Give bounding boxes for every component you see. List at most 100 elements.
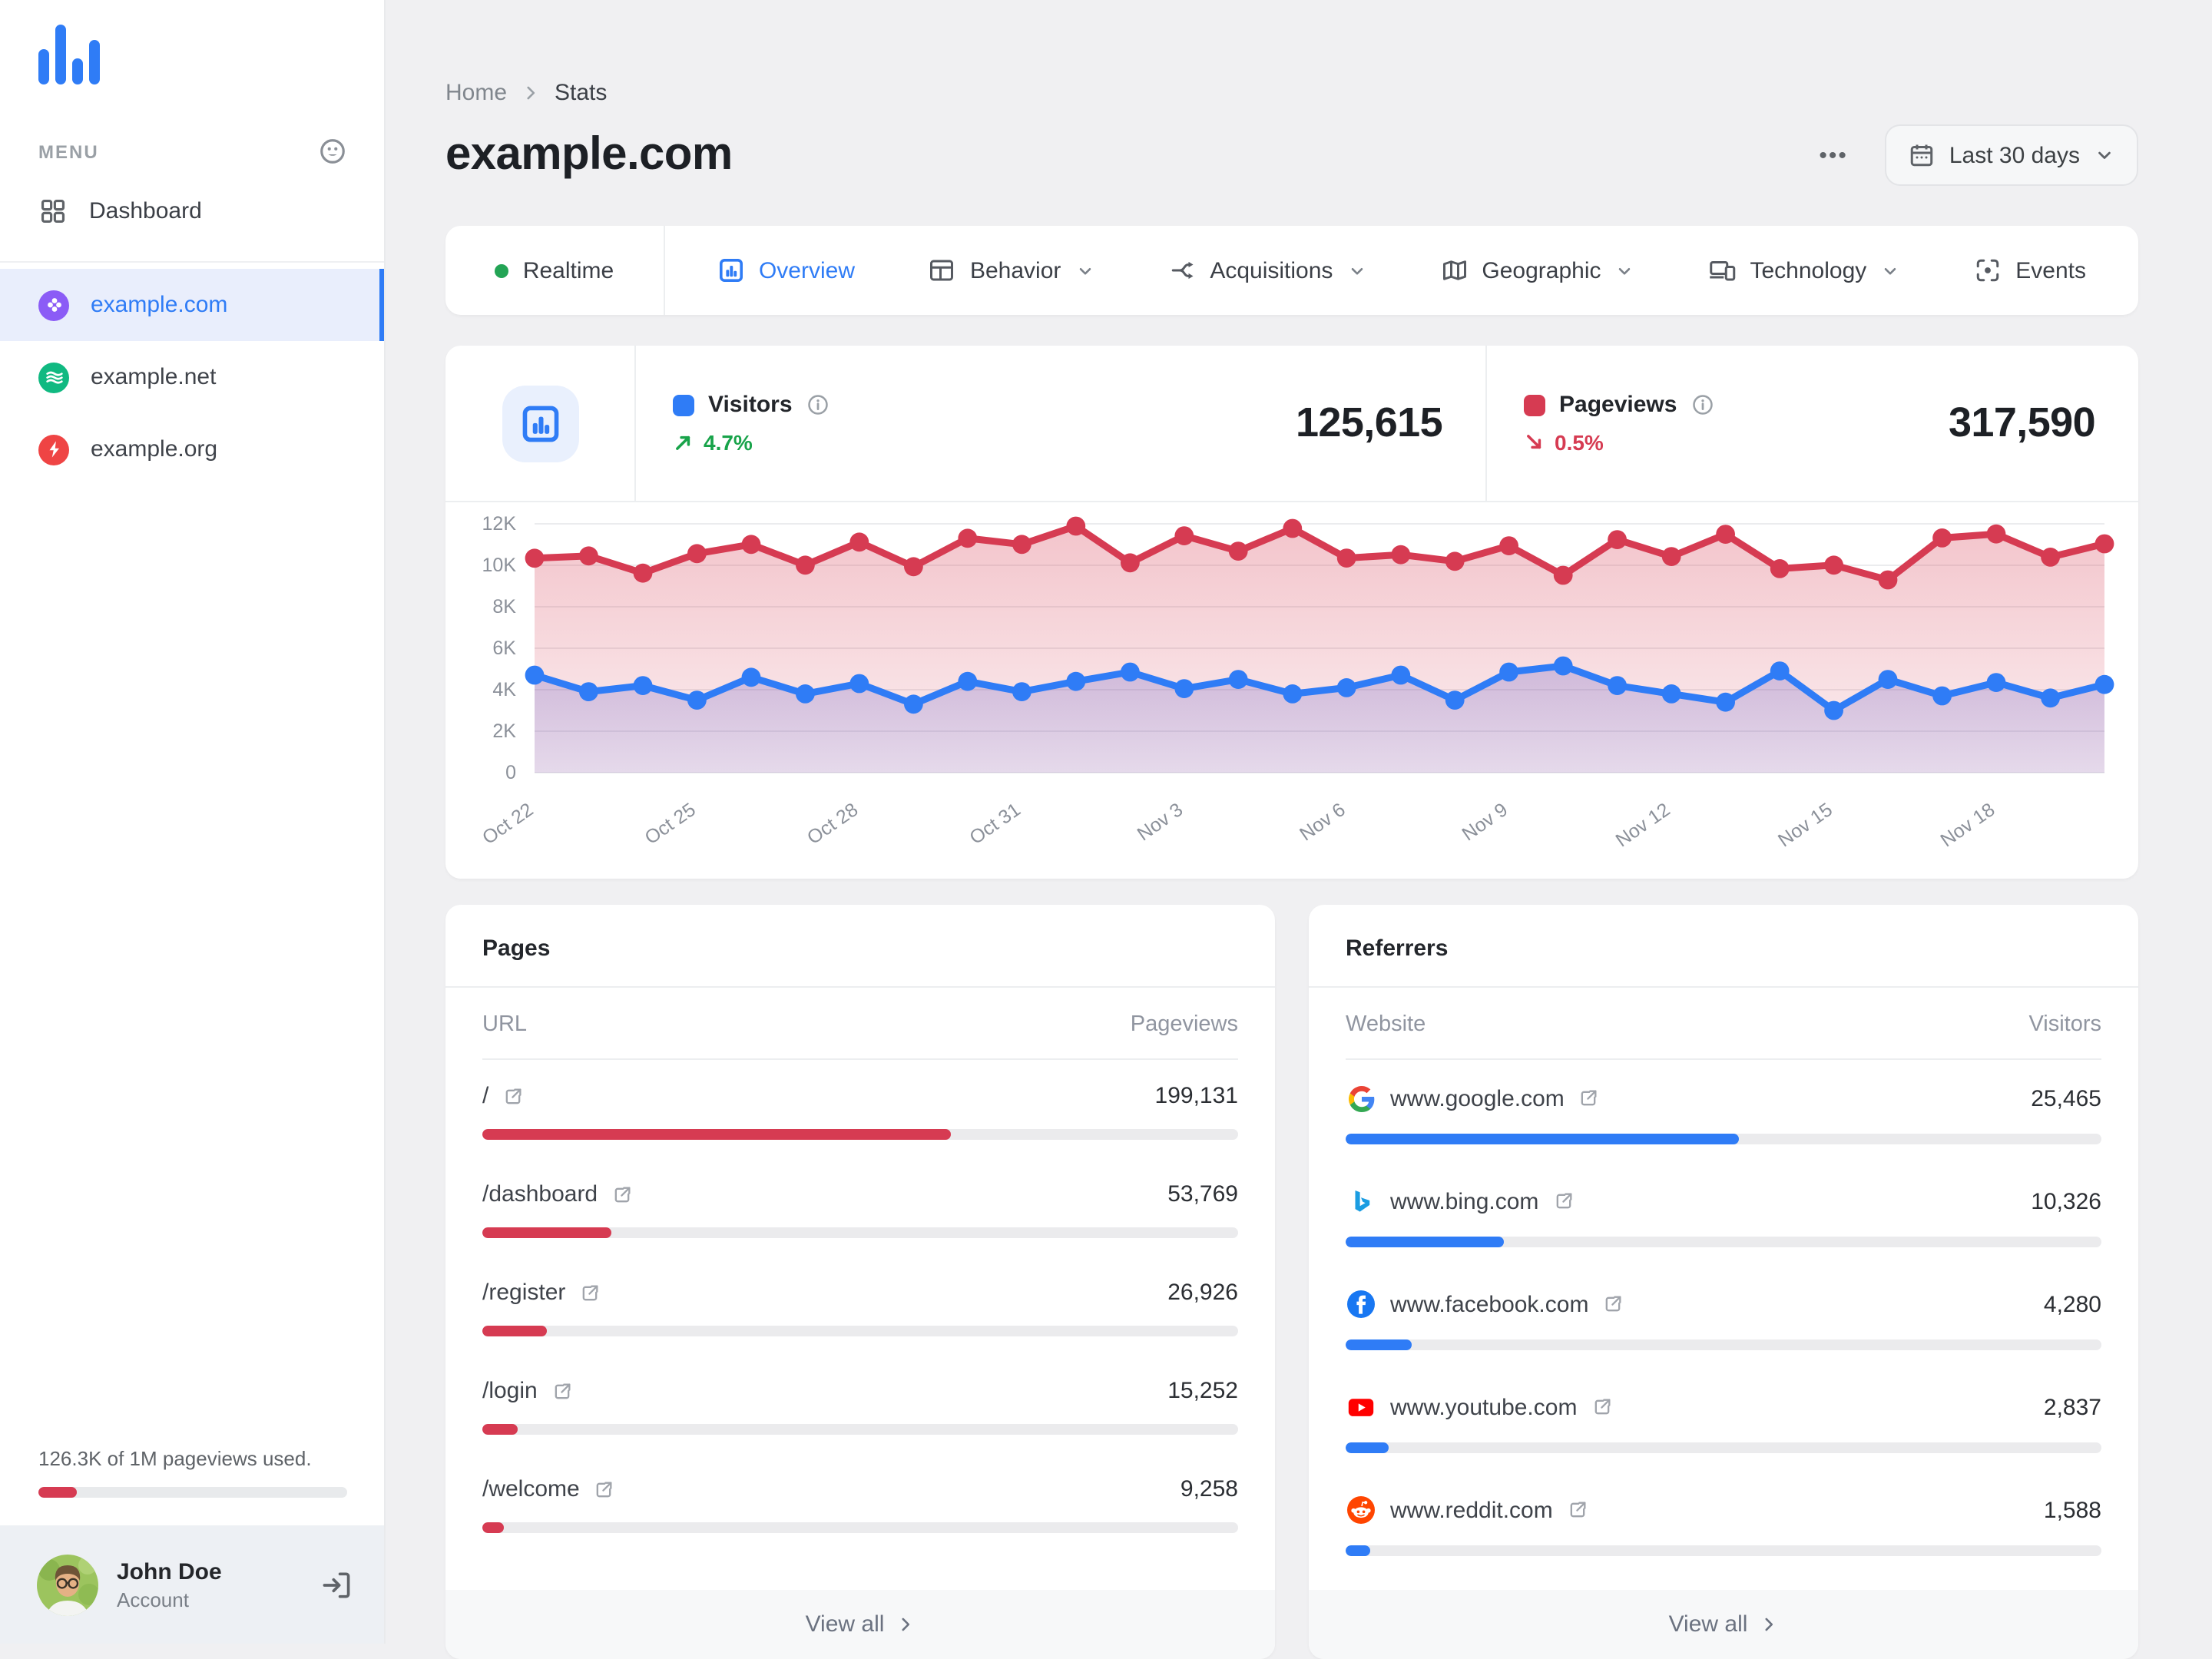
- referrers-panel: Referrers Website Visitors www.google.co…: [1309, 905, 2138, 1659]
- google-icon: [1346, 1083, 1376, 1114]
- referrer-bar: [1346, 1134, 2101, 1144]
- page-title: example.com: [445, 129, 733, 180]
- theme-toggle-icon[interactable]: [318, 137, 347, 166]
- svg-text:8K: 8K: [492, 596, 516, 618]
- referrer-link[interactable]: www.bing.com: [1346, 1186, 1574, 1217]
- column-header-pageviews: Pageviews: [1130, 1012, 1238, 1037]
- external-link-icon: [611, 1184, 633, 1205]
- facebook-icon: [1346, 1289, 1376, 1320]
- page-link[interactable]: /register: [482, 1280, 601, 1306]
- info-icon[interactable]: [1690, 393, 1714, 416]
- svg-text:Oct 25: Oct 25: [641, 799, 699, 849]
- chevron-right-icon: [1758, 1614, 1778, 1634]
- table-row: www.youtube.com 2,837: [1346, 1372, 2101, 1475]
- tab-label: Acquisitions: [1210, 257, 1333, 283]
- pages-view-all-button[interactable]: View all: [445, 1590, 1275, 1659]
- page-link[interactable]: /welcome: [482, 1476, 615, 1502]
- tab-realtime[interactable]: Realtime: [445, 226, 664, 315]
- app-root: MENU Dashboard example.com example.net e…: [0, 0, 2212, 1659]
- referrers-view-all-button[interactable]: View all: [1309, 1590, 2138, 1659]
- sidebar-item-label: Dashboard: [89, 197, 202, 224]
- pages-panel: Pages URL Pageviews / 199,131 /dashboard…: [445, 905, 1275, 1659]
- reddit-icon: [1346, 1495, 1376, 1525]
- chevron-down-icon: [1880, 260, 1900, 280]
- usage-progressbar: [38, 1487, 347, 1498]
- svg-text:Nov 18: Nov 18: [1937, 799, 1999, 851]
- logout-icon[interactable]: [320, 1568, 353, 1601]
- tab-geographic[interactable]: Geographic: [1440, 257, 1634, 284]
- page-link[interactable]: /dashboard: [482, 1181, 633, 1207]
- sidebar-site-example-com[interactable]: example.com: [0, 269, 384, 341]
- svg-text:6K: 6K: [492, 637, 516, 659]
- site-clover-icon: [38, 290, 69, 320]
- referrer-site: www.bing.com: [1390, 1188, 1539, 1214]
- referrer-link[interactable]: www.google.com: [1346, 1083, 1600, 1114]
- tab-events[interactable]: Events: [1974, 257, 2086, 284]
- pageviews-stat: Pageviews 0.5% 317,590: [1487, 346, 2138, 501]
- bing-icon: [1346, 1186, 1376, 1217]
- tab-acquisitions[interactable]: Acquisitions: [1168, 257, 1366, 284]
- page-url: /dashboard: [482, 1181, 598, 1207]
- svg-text:0: 0: [505, 762, 516, 783]
- external-link-icon: [551, 1380, 573, 1402]
- table-row: /register 26,926: [482, 1260, 1238, 1358]
- site-name: example.org: [91, 436, 218, 462]
- breadcrumb-home[interactable]: Home: [445, 80, 507, 106]
- referrer-link[interactable]: www.reddit.com: [1346, 1495, 1588, 1525]
- page-link[interactable]: /login: [482, 1378, 573, 1404]
- table-row: www.bing.com 10,326: [1346, 1166, 2101, 1269]
- pageviews-label: Pageviews: [1559, 392, 1677, 418]
- table-row: www.facebook.com 4,280: [1346, 1269, 2101, 1372]
- more-options-button[interactable]: •••: [1819, 142, 1848, 168]
- date-range-button[interactable]: Last 30 days: [1884, 124, 2138, 186]
- usage-text: 126.3K of 1M pageviews used.: [38, 1447, 312, 1470]
- dashboard-grid-icon: [38, 196, 68, 225]
- page-link[interactable]: /: [482, 1083, 524, 1109]
- chevron-down-icon: [2094, 144, 2115, 166]
- site-name: example.com: [91, 292, 228, 318]
- column-header-visitors: Visitors: [2028, 1012, 2101, 1037]
- page-bar: [482, 1129, 1238, 1140]
- pageviews-swatch: [1524, 394, 1545, 416]
- referrer-value: 1,588: [2043, 1497, 2101, 1523]
- visitors-stat: Visitors 4.7% 125,615: [636, 346, 1485, 501]
- table-row: /dashboard 53,769: [482, 1161, 1238, 1260]
- page-value: 26,926: [1167, 1280, 1238, 1306]
- column-header-website: Website: [1346, 1012, 1426, 1037]
- svg-text:Nov 15: Nov 15: [1774, 799, 1836, 851]
- sidebar-site-example-org[interactable]: example.org: [0, 413, 384, 485]
- tab-overview[interactable]: Overview: [717, 257, 855, 284]
- tab-behavior[interactable]: Behavior: [929, 257, 1094, 284]
- page-value: 9,258: [1180, 1476, 1238, 1502]
- page-bar: [482, 1326, 1238, 1336]
- table-row: www.reddit.com 1,588: [1346, 1475, 2101, 1578]
- site-bolt-icon: [38, 434, 69, 465]
- visitors-delta: 4.7%: [704, 430, 753, 455]
- scan-icon: [1974, 257, 2002, 284]
- tab-technology[interactable]: Technology: [1709, 257, 1901, 284]
- page-value: 199,131: [1154, 1083, 1238, 1109]
- info-icon[interactable]: [806, 393, 830, 416]
- map-icon: [1440, 257, 1468, 284]
- account-section[interactable]: John Doe Account: [0, 1525, 384, 1644]
- sidebar-site-example-net[interactable]: example.net: [0, 341, 384, 413]
- external-link-icon: [594, 1479, 615, 1500]
- breadcrumb-current: Stats: [555, 80, 608, 106]
- sidebar: MENU Dashboard example.com example.net e…: [0, 0, 386, 1644]
- referrer-link[interactable]: www.youtube.com: [1346, 1392, 1612, 1422]
- page-url: /login: [482, 1378, 538, 1404]
- chevron-right-icon: [895, 1614, 915, 1634]
- sidebar-item-dashboard[interactable]: Dashboard: [0, 175, 384, 246]
- user-name: John Doe: [117, 1558, 222, 1585]
- traffic-chart: 0 2K 4K 6K 8K 10K 12K Oct 22 Oct 25 Oct 28 Oct 31 N…: [445, 502, 2138, 879]
- section-tabs: Realtime Overview Behavior Acquisitions: [445, 226, 2138, 315]
- site-waves-icon: [38, 362, 69, 392]
- referrer-link[interactable]: www.facebook.com: [1346, 1289, 1624, 1320]
- visitors-value: 125,615: [1296, 399, 1443, 445]
- page-url: /register: [482, 1280, 566, 1306]
- svg-text:12K: 12K: [482, 513, 517, 535]
- calendar-icon: [1908, 141, 1936, 169]
- breadcrumb: Home Stats: [445, 80, 2138, 106]
- sidebar-divider: [0, 261, 384, 263]
- referrer-value: 10,326: [2031, 1188, 2101, 1214]
